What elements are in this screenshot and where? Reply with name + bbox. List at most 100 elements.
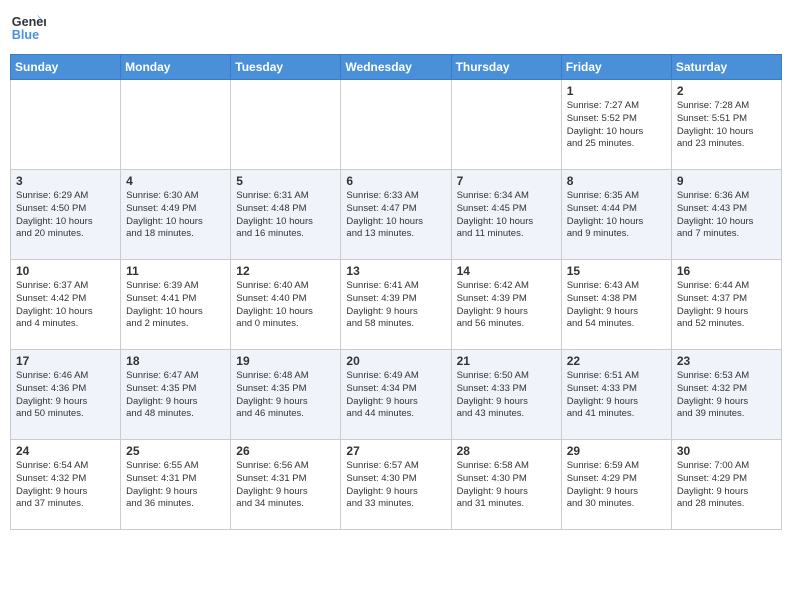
day-info: Sunrise: 6:46 AM Sunset: 4:36 PM Dayligh… (16, 370, 115, 421)
weekday-sunday: Sunday (11, 55, 121, 80)
day-cell: 22 Sunrise: 6:51 AM Sunset: 4:33 PM Dayli… (561, 350, 671, 440)
week-row-4: 17 Sunrise: 6:46 AM Sunset: 4:36 PM Dayli… (11, 350, 782, 440)
day-cell: 3 Sunrise: 6:29 AM Sunset: 4:50 PM Daylig… (11, 170, 121, 260)
day-info: Sunrise: 6:43 AM Sunset: 4:38 PM Dayligh… (567, 280, 666, 331)
day-number: 10 (16, 264, 115, 278)
day-info: Sunrise: 6:48 AM Sunset: 4:35 PM Dayligh… (236, 370, 335, 421)
weekday-thursday: Thursday (451, 55, 561, 80)
day-cell: 20 Sunrise: 6:49 AM Sunset: 4:34 PM Dayli… (341, 350, 451, 440)
day-number: 22 (567, 354, 666, 368)
day-cell (451, 80, 561, 170)
day-cell: 16 Sunrise: 6:44 AM Sunset: 4:37 PM Dayli… (671, 260, 781, 350)
day-number: 16 (677, 264, 776, 278)
day-cell (121, 80, 231, 170)
day-info: Sunrise: 6:58 AM Sunset: 4:30 PM Dayligh… (457, 460, 556, 511)
svg-text:Blue: Blue (12, 28, 39, 42)
day-cell: 21 Sunrise: 6:50 AM Sunset: 4:33 PM Dayli… (451, 350, 561, 440)
day-info: Sunrise: 6:59 AM Sunset: 4:29 PM Dayligh… (567, 460, 666, 511)
day-cell (231, 80, 341, 170)
day-number: 17 (16, 354, 115, 368)
day-cell: 29 Sunrise: 6:59 AM Sunset: 4:29 PM Dayli… (561, 440, 671, 530)
day-info: Sunrise: 6:40 AM Sunset: 4:40 PM Dayligh… (236, 280, 335, 331)
day-number: 30 (677, 444, 776, 458)
day-number: 24 (16, 444, 115, 458)
day-info: Sunrise: 6:36 AM Sunset: 4:43 PM Dayligh… (677, 190, 776, 241)
day-cell: 28Sunrise: 6:58 AM Sunset: 4:30 PM Dayli… (451, 440, 561, 530)
day-number: 3 (16, 174, 115, 188)
day-number: 11 (126, 264, 225, 278)
day-info: Sunrise: 6:51 AM Sunset: 4:33 PM Dayligh… (567, 370, 666, 421)
day-number: 19 (236, 354, 335, 368)
day-cell: 26 Sunrise: 6:56 AM Sunset: 4:31 PM Dayli… (231, 440, 341, 530)
day-cell: 19 Sunrise: 6:48 AM Sunset: 4:35 PM Dayli… (231, 350, 341, 440)
weekday-friday: Friday (561, 55, 671, 80)
day-info: Sunrise: 6:41 AM Sunset: 4:39 PM Dayligh… (346, 280, 445, 331)
day-info: Sunrise: 7:28 AM Sunset: 5:51 PM Dayligh… (677, 100, 776, 151)
weekday-wednesday: Wednesday (341, 55, 451, 80)
day-info: Sunrise: 6:30 AM Sunset: 4:49 PM Dayligh… (126, 190, 225, 241)
day-number: 9 (677, 174, 776, 188)
day-number: 21 (457, 354, 556, 368)
day-cell: 12 Sunrise: 6:40 AM Sunset: 4:40 PM Dayli… (231, 260, 341, 350)
day-number: 20 (346, 354, 445, 368)
day-number: 14 (457, 264, 556, 278)
day-info: Sunrise: 6:47 AM Sunset: 4:35 PM Dayligh… (126, 370, 225, 421)
day-cell: 4 Sunrise: 6:30 AM Sunset: 4:49 PM Daylig… (121, 170, 231, 260)
calendar-table: SundayMondayTuesdayWednesdayThursdayFrid… (10, 54, 782, 530)
day-info: Sunrise: 6:29 AM Sunset: 4:50 PM Dayligh… (16, 190, 115, 241)
day-number: 6 (346, 174, 445, 188)
week-row-2: 3 Sunrise: 6:29 AM Sunset: 4:50 PM Daylig… (11, 170, 782, 260)
day-cell: 1Sunrise: 7:27 AM Sunset: 5:52 PM Daylig… (561, 80, 671, 170)
week-row-3: 10 Sunrise: 6:37 AM Sunset: 4:42 PM Dayli… (11, 260, 782, 350)
day-info: Sunrise: 6:56 AM Sunset: 4:31 PM Dayligh… (236, 460, 335, 511)
day-cell: 14 Sunrise: 6:42 AM Sunset: 4:39 PM Dayli… (451, 260, 561, 350)
page-header: General Blue (10, 10, 782, 46)
day-info: Sunrise: 6:57 AM Sunset: 4:30 PM Dayligh… (346, 460, 445, 511)
day-cell: 10 Sunrise: 6:37 AM Sunset: 4:42 PM Dayli… (11, 260, 121, 350)
day-cell: 18 Sunrise: 6:47 AM Sunset: 4:35 PM Dayli… (121, 350, 231, 440)
day-cell (11, 80, 121, 170)
day-info: Sunrise: 6:37 AM Sunset: 4:42 PM Dayligh… (16, 280, 115, 331)
day-cell: 9 Sunrise: 6:36 AM Sunset: 4:43 PM Daylig… (671, 170, 781, 260)
logo-icon: General Blue (10, 10, 46, 46)
day-cell: 24Sunrise: 6:54 AM Sunset: 4:32 PM Dayli… (11, 440, 121, 530)
day-number: 13 (346, 264, 445, 278)
day-number: 1 (567, 84, 666, 98)
day-info: Sunrise: 7:00 AM Sunset: 4:29 PM Dayligh… (677, 460, 776, 511)
logo: General Blue (10, 10, 46, 46)
day-number: 29 (567, 444, 666, 458)
day-cell: 13 Sunrise: 6:41 AM Sunset: 4:39 PM Dayli… (341, 260, 451, 350)
day-info: Sunrise: 6:34 AM Sunset: 4:45 PM Dayligh… (457, 190, 556, 241)
day-cell: 6Sunrise: 6:33 AM Sunset: 4:47 PM Daylig… (341, 170, 451, 260)
day-cell: 11 Sunrise: 6:39 AM Sunset: 4:41 PM Dayli… (121, 260, 231, 350)
day-number: 23 (677, 354, 776, 368)
day-info: Sunrise: 6:49 AM Sunset: 4:34 PM Dayligh… (346, 370, 445, 421)
day-cell: 15 Sunrise: 6:43 AM Sunset: 4:38 PM Dayli… (561, 260, 671, 350)
day-info: Sunrise: 6:39 AM Sunset: 4:41 PM Dayligh… (126, 280, 225, 331)
day-info: Sunrise: 6:31 AM Sunset: 4:48 PM Dayligh… (236, 190, 335, 241)
day-number: 12 (236, 264, 335, 278)
day-number: 4 (126, 174, 225, 188)
day-cell: 7 Sunrise: 6:34 AM Sunset: 4:45 PM Daylig… (451, 170, 561, 260)
day-cell: 17 Sunrise: 6:46 AM Sunset: 4:36 PM Dayli… (11, 350, 121, 440)
day-number: 27 (346, 444, 445, 458)
day-cell: 23Sunrise: 6:53 AM Sunset: 4:32 PM Dayli… (671, 350, 781, 440)
day-info: Sunrise: 6:55 AM Sunset: 4:31 PM Dayligh… (126, 460, 225, 511)
day-number: 25 (126, 444, 225, 458)
week-row-5: 24Sunrise: 6:54 AM Sunset: 4:32 PM Dayli… (11, 440, 782, 530)
day-number: 8 (567, 174, 666, 188)
day-cell: 2Sunrise: 7:28 AM Sunset: 5:51 PM Daylig… (671, 80, 781, 170)
day-number: 15 (567, 264, 666, 278)
day-cell: 5 Sunrise: 6:31 AM Sunset: 4:48 PM Daylig… (231, 170, 341, 260)
day-cell: 30 Sunrise: 7:00 AM Sunset: 4:29 PM Dayli… (671, 440, 781, 530)
day-number: 5 (236, 174, 335, 188)
day-info: Sunrise: 6:50 AM Sunset: 4:33 PM Dayligh… (457, 370, 556, 421)
day-info: Sunrise: 6:35 AM Sunset: 4:44 PM Dayligh… (567, 190, 666, 241)
day-number: 18 (126, 354, 225, 368)
day-info: Sunrise: 6:44 AM Sunset: 4:37 PM Dayligh… (677, 280, 776, 331)
day-cell: 25 Sunrise: 6:55 AM Sunset: 4:31 PM Dayli… (121, 440, 231, 530)
day-cell: 8 Sunrise: 6:35 AM Sunset: 4:44 PM Daylig… (561, 170, 671, 260)
day-info: Sunrise: 6:42 AM Sunset: 4:39 PM Dayligh… (457, 280, 556, 331)
day-number: 26 (236, 444, 335, 458)
day-number: 7 (457, 174, 556, 188)
